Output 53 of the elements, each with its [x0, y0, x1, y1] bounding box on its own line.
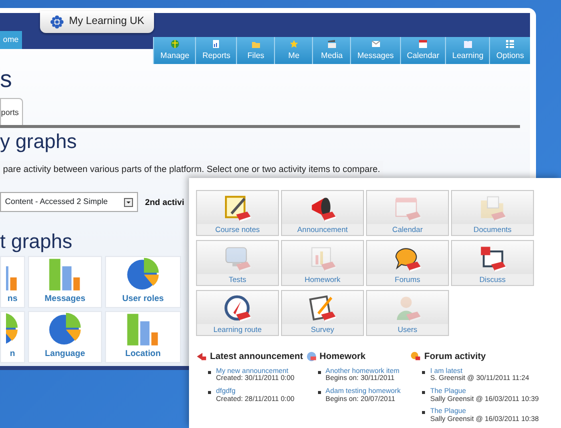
document-icon — [211, 39, 222, 49]
nav-button[interactable]: Files — [236, 37, 274, 64]
bullet-icon — [318, 370, 321, 374]
logo-text: My Learning UK — [69, 14, 144, 29]
bullet-icon — [422, 370, 426, 374]
graph-tile[interactable]: Messages — [28, 256, 102, 308]
clipboard-icon — [306, 294, 338, 324]
nav-button[interactable]: Media — [312, 37, 350, 64]
compass-icon — [222, 294, 254, 324]
graph-label: Location — [125, 347, 161, 360]
second-activity-label: 2nd activi — [145, 196, 184, 208]
feed-title: Homework — [320, 350, 366, 363]
graph-tile[interactable]: Location — [105, 311, 181, 363]
folder-icon — [250, 39, 261, 49]
pie-chart-icon — [124, 257, 162, 292]
bullet-icon — [422, 390, 426, 394]
activity-select[interactable]: Content - Accessed 2 Simple — [0, 192, 138, 212]
graph-tile[interactable]: Language — [28, 311, 102, 363]
globe-icon — [170, 39, 180, 49]
tab[interactable]: ports — [0, 98, 23, 125]
graph-tile[interactable]: User roles — [105, 256, 181, 308]
graph-label: Language — [44, 347, 86, 360]
bullet-icon — [208, 370, 211, 374]
page-title: s — [0, 68, 13, 92]
graph-label: ns — [8, 292, 18, 305]
grid-icon — [505, 39, 516, 49]
book-icon — [462, 39, 473, 49]
flower-icon — [50, 14, 64, 29]
pie-chart-icon — [46, 312, 84, 348]
graph-label: User roles — [122, 292, 164, 305]
home-tab[interactable]: ome — [0, 31, 22, 49]
feed-title: Latest announcement — [210, 350, 304, 363]
nav-button[interactable]: Calendar — [400, 37, 446, 64]
nav-button[interactable]: Options — [489, 37, 530, 64]
dropdown-icon — [124, 198, 133, 206]
nav-button[interactable]: Manage — [153, 37, 196, 64]
nav-button[interactable]: Reports — [195, 37, 236, 64]
envelope-icon — [370, 39, 381, 49]
graph-tile[interactable]: ns — [0, 256, 25, 308]
nav-button[interactable]: Messages — [350, 37, 400, 64]
section-heading: t graphs — [0, 232, 74, 252]
star-icon — [288, 39, 299, 49]
graph-label: Messages — [44, 292, 86, 305]
page-heading: y graphs — [0, 132, 78, 152]
bullet-icon — [318, 390, 321, 394]
nav-button[interactable]: Me — [274, 37, 312, 64]
bullet-icon — [208, 390, 211, 394]
feed-title: Forum activity — [424, 350, 486, 363]
graph-tile[interactable]: n — [0, 311, 25, 363]
clapperboard-icon — [326, 39, 337, 49]
bullet-icon — [422, 411, 426, 414]
nav-button[interactable]: Learning — [445, 37, 490, 64]
graph-label: n — [10, 347, 16, 360]
